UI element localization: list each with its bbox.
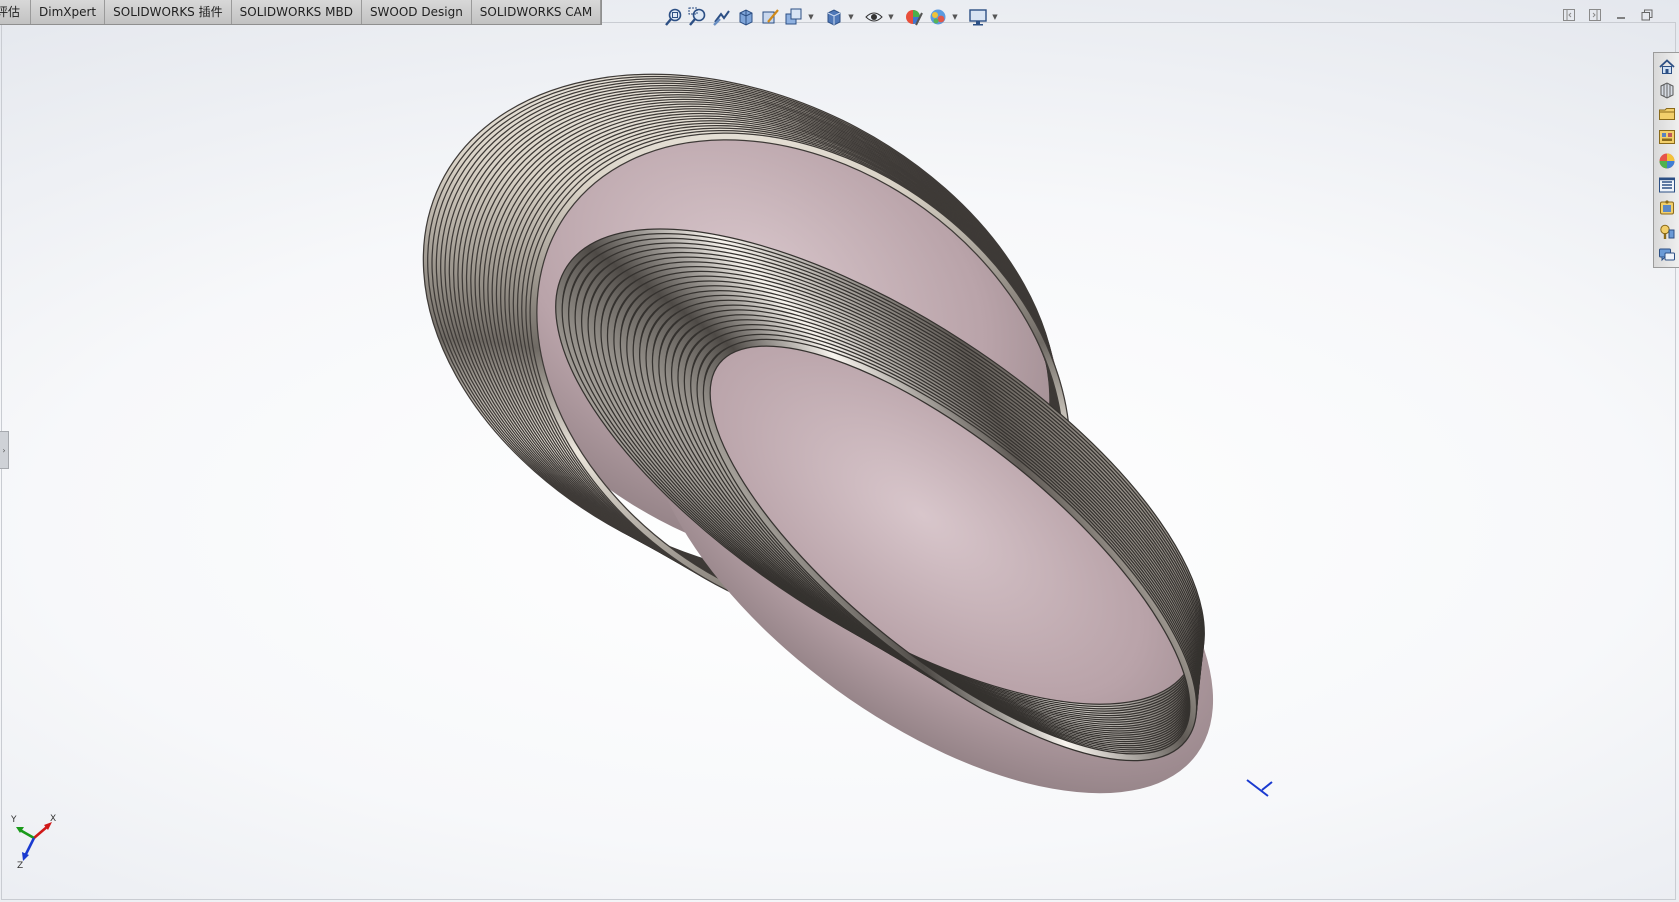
reference-triad[interactable]: Y X Z (8, 812, 58, 870)
view-settings-icon[interactable] (966, 5, 990, 29)
3d-model-ribbon-shell[interactable] (0, 0, 1679, 902)
display-style-dropdown[interactable]: ▼ (846, 5, 856, 29)
dynamic-annotation-views-icon[interactable] (758, 5, 782, 29)
view-palette-icon[interactable] (1656, 127, 1678, 149)
tab-solidworks-cam[interactable]: SOLIDWORKS CAM (471, 0, 602, 24)
tab-solidworks-addins[interactable]: SOLIDWORKS 插件 (105, 0, 232, 24)
previous-view-icon[interactable] (710, 5, 734, 29)
hide-show-items-icon[interactable] (862, 5, 886, 29)
feedback-icon[interactable] (1656, 245, 1678, 267)
hide-show-items-dropdown[interactable]: ▼ (886, 5, 896, 29)
task-pane-tabs (1653, 52, 1679, 268)
triad-y-axis (19, 828, 35, 840)
tab-evaluate[interactable]: 评估 (0, 0, 32, 24)
triad-y-label: Y (10, 815, 17, 825)
tile-right-icon[interactable] (1585, 5, 1605, 25)
custom-properties-icon[interactable] (1656, 174, 1678, 196)
triad-z-axis (23, 837, 36, 857)
heads-up-view-toolbar: ▼ ▼ ▼ ▼ ▼ (662, 5, 1000, 29)
apply-scene-dropdown[interactable]: ▼ (950, 5, 960, 29)
view-orientation-icon[interactable] (782, 5, 806, 29)
tab-solidworks-mbd[interactable]: SOLIDWORKS MBD (231, 0, 362, 24)
tab-dimxpert[interactable]: DimXpert (31, 0, 106, 24)
feature-manager-collapse-handle[interactable]: › (0, 431, 9, 469)
apply-scene-icon[interactable] (926, 5, 950, 29)
zoom-to-area-icon[interactable] (686, 5, 710, 29)
view-settings-dropdown[interactable]: ▼ (990, 5, 1000, 29)
file-explorer-icon[interactable] (1656, 103, 1678, 125)
tab-swood-design[interactable]: SWOOD Design (361, 0, 472, 24)
minimize-icon[interactable] (1611, 5, 1631, 25)
edit-appearance-icon[interactable] (902, 5, 926, 29)
triad-x-axis (33, 825, 49, 839)
tile-left-icon[interactable] (1559, 5, 1579, 25)
display-style-icon[interactable] (822, 5, 846, 29)
appearances-scenes-decals-icon[interactable] (1656, 150, 1678, 172)
view-orientation-dropdown[interactable]: ▼ (806, 5, 816, 29)
solidworks-resources-icon[interactable] (1656, 56, 1678, 78)
triad-x-label: X (50, 814, 56, 824)
restore-icon[interactable] (1637, 5, 1657, 25)
zoom-to-fit-icon[interactable] (662, 5, 686, 29)
triad-z-label: Z (17, 861, 23, 870)
3dexperience-marketplace-icon[interactable] (1656, 221, 1678, 243)
section-view-icon[interactable] (734, 5, 758, 29)
origin-marker (1246, 779, 1273, 797)
document-window-controls (1559, 5, 1657, 25)
design-library-icon[interactable] (1656, 80, 1678, 102)
command-manager-tabs: 评估 DimXpert SOLIDWORKS 插件 SOLIDWORKS MBD… (0, 0, 603, 25)
graphics-area[interactable]: › Y X Z (0, 0, 1679, 902)
solidworks-forum-icon[interactable] (1656, 197, 1678, 219)
